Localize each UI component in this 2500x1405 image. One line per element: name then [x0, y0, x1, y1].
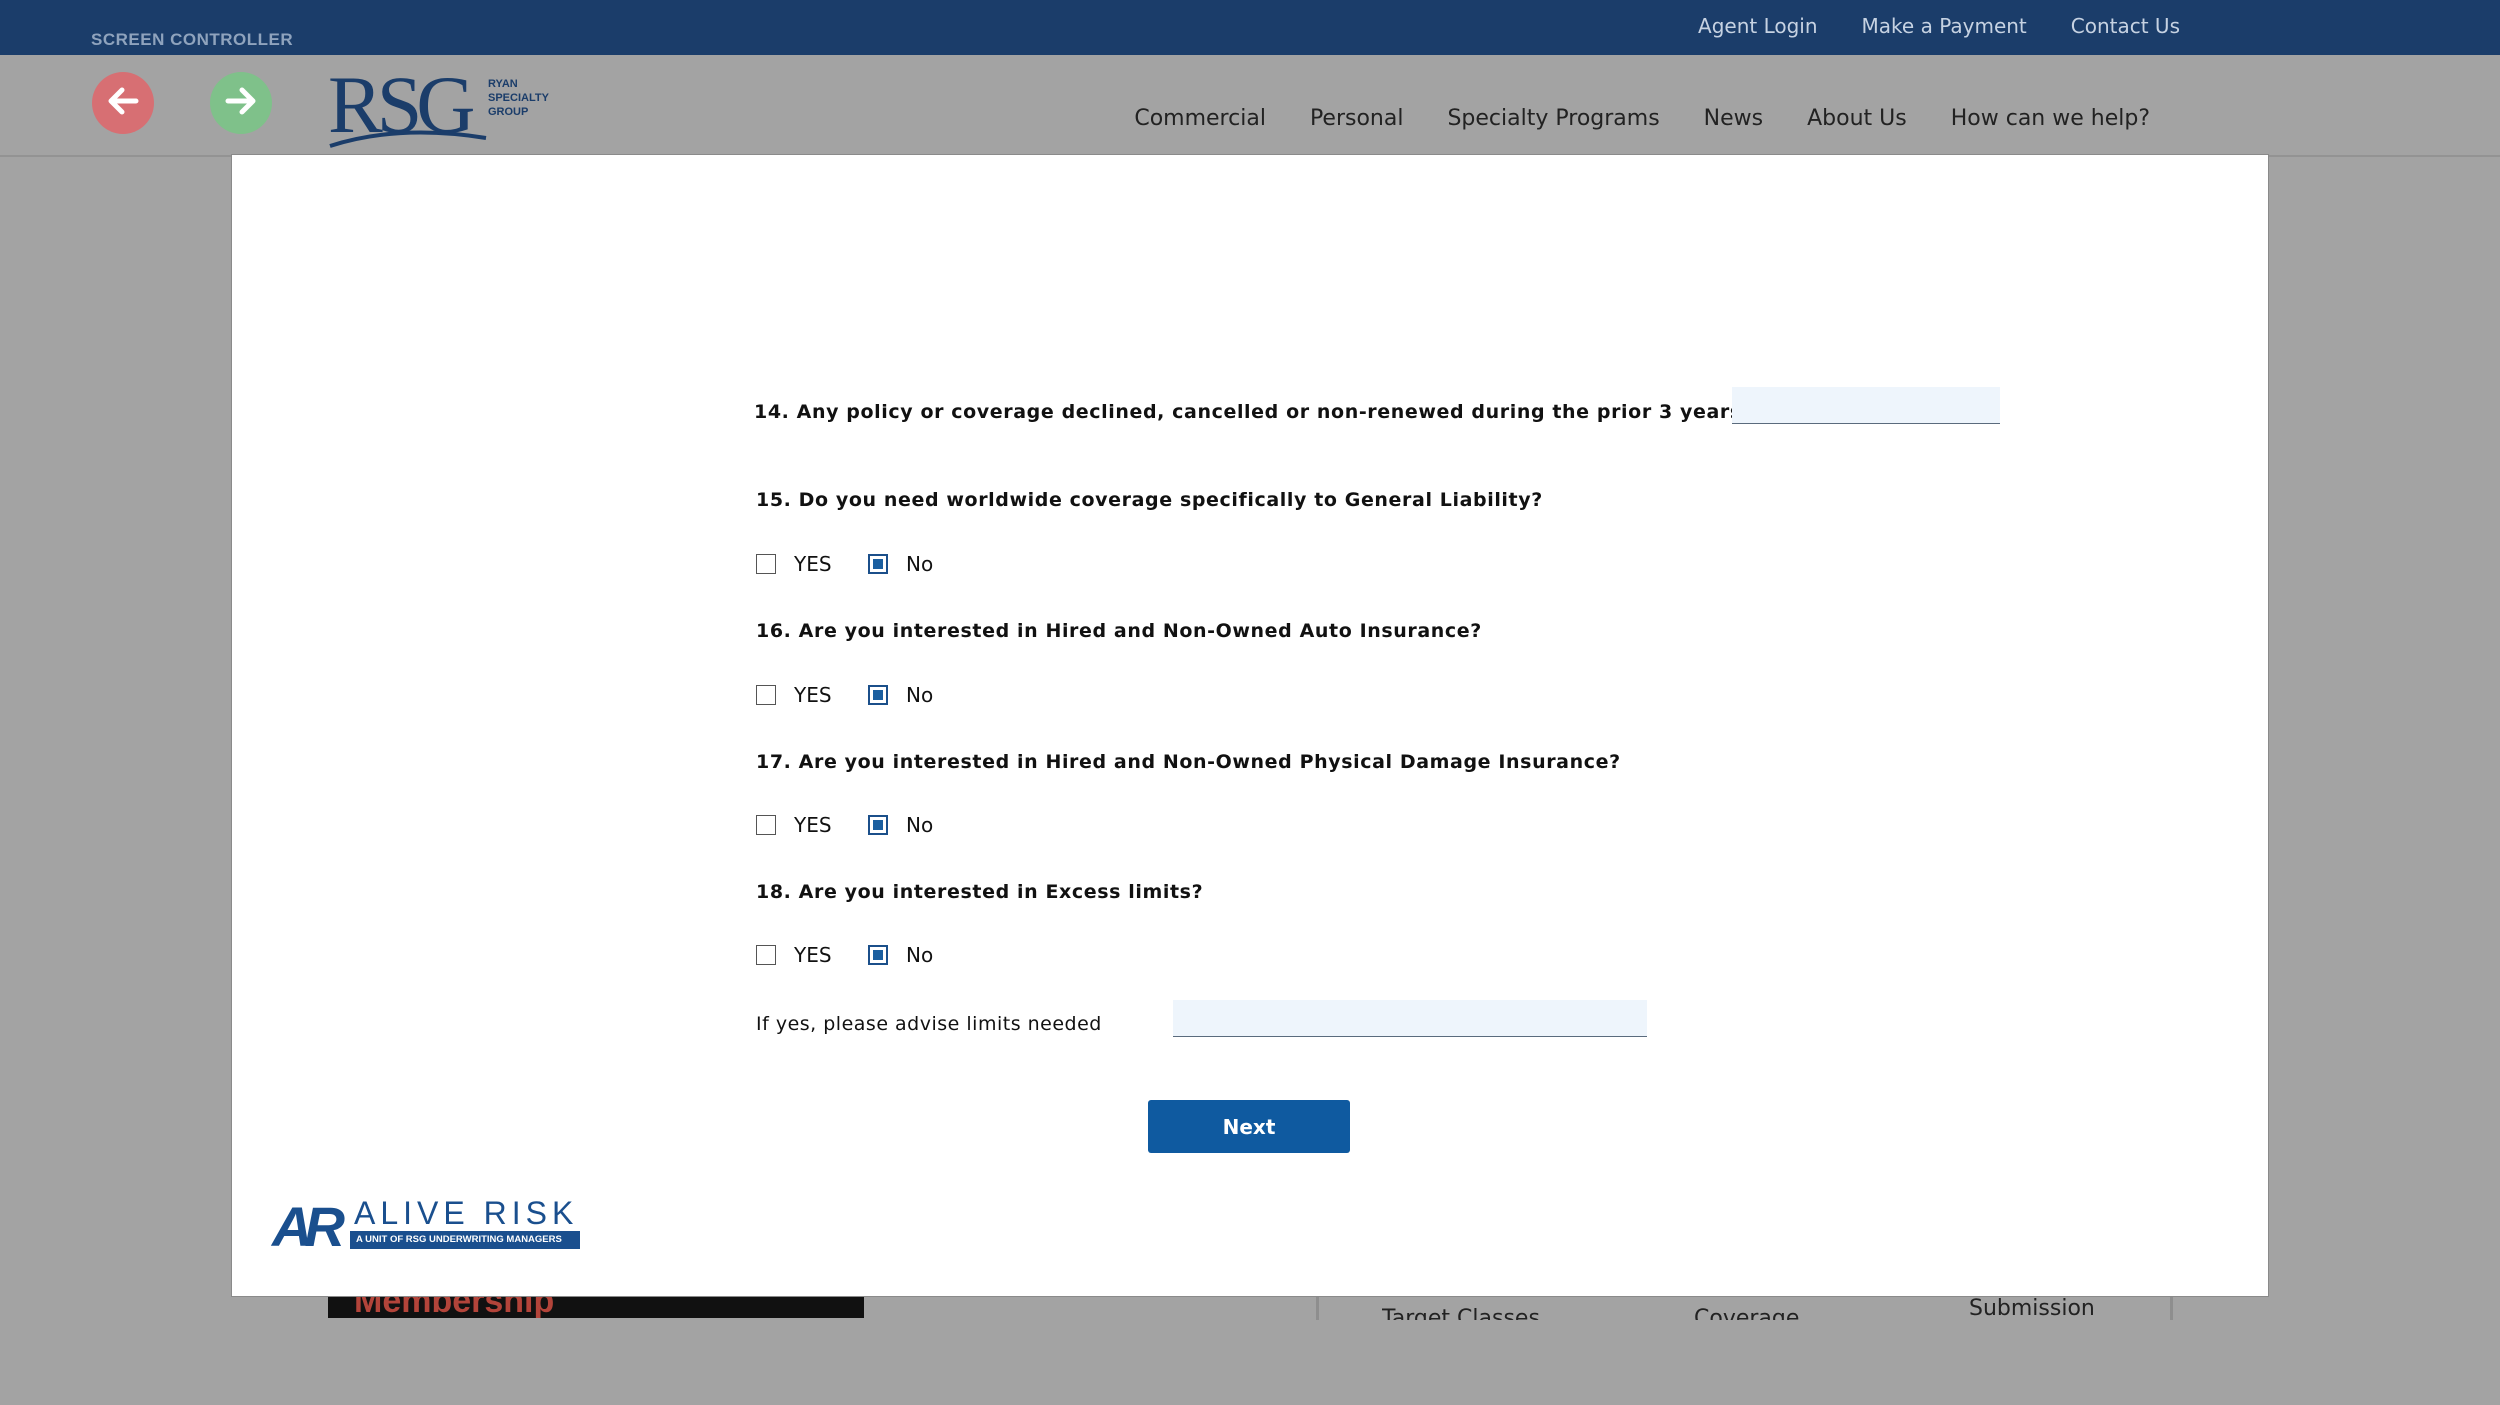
no-label: No	[906, 683, 934, 707]
alive-risk-logo: AR ALIVE RISK A UNIT OF RSG UNDERWRITING…	[272, 1195, 592, 1258]
alive-risk-tagline: A UNIT OF RSG UNDERWRITING MANAGERS	[350, 1231, 580, 1249]
membership-text: Membership	[354, 1296, 555, 1318]
q14-input[interactable]	[1732, 387, 2000, 424]
q15-yes-checkbox[interactable]	[756, 554, 776, 574]
nav-how-can-we-help[interactable]: How can we help?	[1951, 106, 2150, 131]
q17-no-option[interactable]: No	[868, 813, 933, 837]
q15-no-checkbox[interactable]	[868, 554, 888, 574]
coverage-clip: Coverage	[1694, 1298, 1854, 1320]
q16-yes-option[interactable]: YES	[756, 683, 832, 707]
next-button[interactable]: Next	[1148, 1100, 1350, 1153]
back-button[interactable]	[92, 72, 154, 134]
no-label: No	[906, 943, 934, 967]
q17-yes-option[interactable]: YES	[756, 813, 832, 837]
q18-no-option[interactable]: No	[868, 943, 933, 967]
top-bar: SCREEN CONTROLLER Agent Login Make a Pay…	[0, 0, 2500, 55]
question-16: 16. Are you interested in Hired and Non-…	[756, 620, 1482, 642]
alive-risk-mark: AR	[272, 1195, 345, 1258]
main-nav: Commercial Personal Specialty Programs N…	[1134, 106, 2150, 131]
coverage-heading: Coverage	[1694, 1306, 1800, 1320]
q15-yes-option[interactable]: YES	[756, 552, 832, 576]
rsg-logo[interactable]: RSG RYAN SPECIALTY GROUP	[328, 60, 558, 150]
forward-button[interactable]	[210, 72, 272, 134]
yes-label: YES	[794, 813, 832, 837]
utility-links: Agent Login Make a Payment Contact Us	[1698, 14, 2180, 38]
q15-no-option[interactable]: No	[868, 552, 933, 576]
divider	[2170, 1296, 2173, 1320]
target-classes-heading: Target Classes	[1382, 1306, 1540, 1320]
rsg-logo-subtitle: RYAN SPECIALTY GROUP	[488, 77, 549, 119]
nav-about-us[interactable]: About Us	[1807, 106, 1907, 131]
no-label: No	[906, 813, 934, 837]
alive-risk-wordmark: ALIVE RISK	[354, 1195, 579, 1231]
q18-yes-option[interactable]: YES	[756, 943, 832, 967]
no-label: No	[906, 552, 934, 576]
nav-commercial[interactable]: Commercial	[1134, 106, 1266, 131]
question-14: 14. Any policy or coverage declined, can…	[754, 401, 1754, 423]
q16-no-checkbox[interactable]	[868, 685, 888, 705]
q18-no-checkbox[interactable]	[868, 945, 888, 965]
make-payment-link[interactable]: Make a Payment	[1862, 14, 2027, 38]
nav-news[interactable]: News	[1704, 106, 1763, 131]
q17-yes-checkbox[interactable]	[756, 815, 776, 835]
q16-yes-checkbox[interactable]	[756, 685, 776, 705]
logo-sub-line: RYAN	[488, 78, 518, 90]
arrow-left-icon	[103, 81, 143, 125]
q18-yes-checkbox[interactable]	[756, 945, 776, 965]
yes-label: YES	[794, 683, 832, 707]
arrow-right-icon	[221, 81, 261, 125]
screen-controller-label: SCREEN CONTROLLER	[91, 30, 294, 49]
submission-heading: Submission	[1969, 1296, 2095, 1321]
yes-label: YES	[794, 943, 832, 967]
limits-label: If yes, please advise limits needed	[756, 1013, 1102, 1035]
question-18: 18. Are you interested in Excess limits?	[756, 881, 1204, 903]
logo-sub-line: GROUP	[488, 106, 529, 118]
form-modal: 14. Any policy or coverage declined, can…	[231, 154, 2269, 1297]
limits-input[interactable]	[1173, 1000, 1647, 1037]
question-15: 15. Do you need worldwide coverage speci…	[756, 489, 1543, 511]
q16-no-option[interactable]: No	[868, 683, 933, 707]
yes-label: YES	[794, 552, 832, 576]
divider	[1316, 1296, 1319, 1320]
nav-personal[interactable]: Personal	[1310, 106, 1404, 131]
nav-specialty-programs[interactable]: Specialty Programs	[1447, 106, 1659, 131]
target-classes-clip: Target Classes	[1382, 1298, 1582, 1320]
logo-swoosh-icon	[329, 130, 487, 148]
membership-banner: Membership	[328, 1296, 864, 1318]
contact-us-link[interactable]: Contact Us	[2071, 14, 2180, 38]
logo-sub-line: SPECIALTY	[488, 92, 549, 104]
agent-login-link[interactable]: Agent Login	[1698, 14, 1818, 38]
q17-no-checkbox[interactable]	[868, 815, 888, 835]
question-17: 17. Are you interested in Hired and Non-…	[756, 751, 1621, 773]
